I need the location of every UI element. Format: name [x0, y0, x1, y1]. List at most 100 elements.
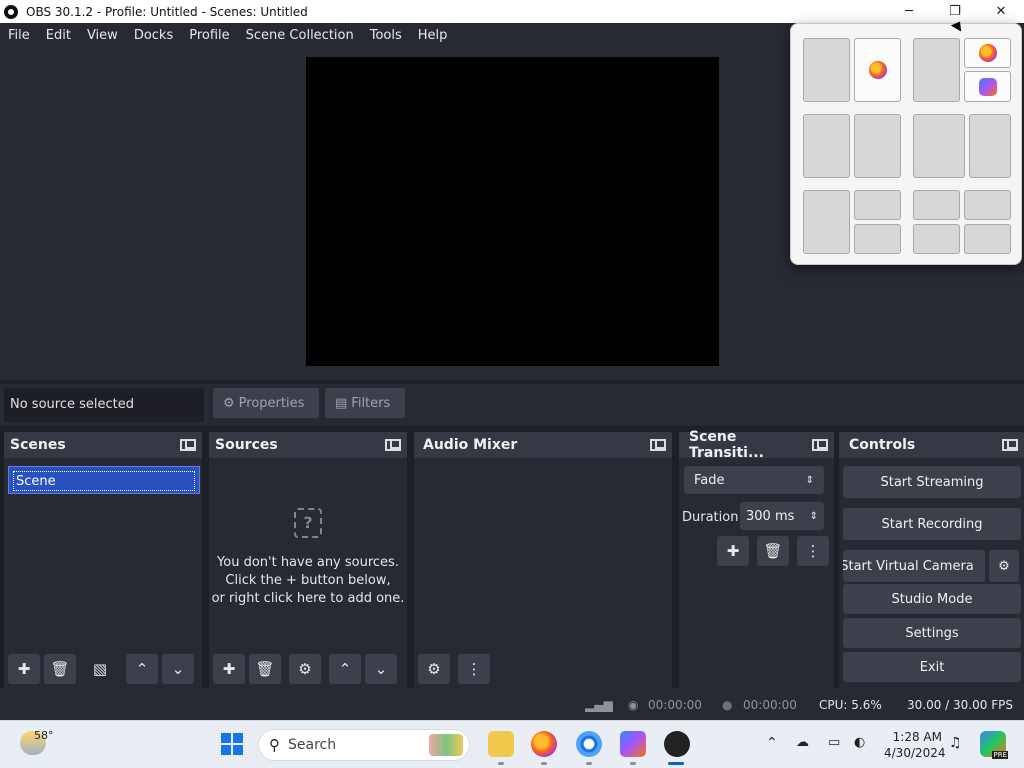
menu-file[interactable]: File: [0, 28, 38, 43]
snap-zone[interactable]: [854, 190, 901, 220]
move-scene-down-button[interactable]: ⌄: [162, 654, 194, 684]
snap-zone[interactable]: [964, 71, 1011, 102]
snap-zone[interactable]: [854, 114, 901, 178]
obs-taskbar-icon[interactable]: [664, 731, 690, 757]
clock-date[interactable]: 4/30/2024: [884, 746, 946, 760]
taskbar-search[interactable]: ⚲ Search: [258, 729, 470, 761]
snap-zone[interactable]: [803, 114, 850, 178]
sources-title: Sources: [215, 437, 278, 453]
copilot-icon[interactable]: [620, 731, 646, 757]
gear-icon: ⚙: [998, 558, 1010, 574]
undock-icon[interactable]: [650, 439, 666, 451]
transition-menu-button[interactable]: ⋮: [797, 536, 829, 566]
sources-empty-state: ? You don't have any sources. Click the …: [209, 508, 407, 608]
window-title: OBS 30.1.2 - Profile: Untitled - Scenes:…: [26, 4, 308, 19]
sources-dock: Sources ? You don't have any sources. Cl…: [209, 432, 407, 688]
source-properties-button[interactable]: ⚙: [289, 654, 321, 684]
display-icon[interactable]: ▭: [828, 735, 840, 750]
remove-scene-button[interactable]: 🗑: [44, 654, 76, 684]
start-button[interactable]: [221, 733, 243, 755]
snap-zone[interactable]: [854, 38, 901, 102]
duration-spinbox[interactable]: 300 ms ⇕: [740, 502, 824, 530]
obs-logo-icon: [4, 4, 18, 19]
clock-time[interactable]: 1:28 AM: [884, 730, 942, 744]
menu-scene-collection[interactable]: Scene Collection: [238, 28, 362, 43]
undock-icon[interactable]: [812, 439, 828, 451]
audio-menu-button[interactable]: ⋮: [458, 654, 490, 684]
menu-tools[interactable]: Tools: [362, 28, 410, 43]
fps-readout: 30.00 / 30.00 FPS: [907, 698, 1013, 712]
network-icon[interactable]: ◐: [854, 735, 865, 750]
move-source-down-button[interactable]: ⌄: [365, 654, 397, 684]
chrome-icon[interactable]: [576, 731, 602, 757]
firefox-icon[interactable]: [531, 731, 557, 757]
scenes-dock-header: Scenes: [4, 432, 202, 458]
chevron-up-icon[interactable]: ⌃: [766, 735, 778, 751]
cpu-usage: CPU: 5.6%: [819, 698, 882, 712]
sources-list[interactable]: ? You don't have any sources. Click the …: [209, 458, 407, 688]
program-preview[interactable]: [306, 57, 719, 366]
menu-view[interactable]: View: [79, 28, 126, 43]
stream-timer: 00:00:00: [648, 698, 702, 712]
snap-zone[interactable]: [854, 224, 901, 254]
select-arrows-icon: ⇕: [805, 474, 814, 486]
firefox-icon: [979, 44, 997, 62]
undock-icon[interactable]: [180, 439, 196, 451]
snap-zone[interactable]: [913, 190, 960, 220]
scene-transitions-title: Scene Transiti...: [689, 429, 764, 461]
settings-button[interactable]: Settings: [843, 618, 1021, 648]
snap-zone[interactable]: [969, 114, 1011, 178]
list-item[interactable]: Scene: [8, 466, 200, 494]
remove-transition-button[interactable]: 🗑: [757, 536, 789, 566]
snap-zone[interactable]: [964, 38, 1011, 68]
snap-zone[interactable]: [803, 190, 850, 254]
close-button[interactable]: ✕: [978, 0, 1024, 23]
advanced-audio-button[interactable]: ⚙: [418, 654, 450, 684]
add-source-button[interactable]: ✚: [213, 654, 245, 684]
add-transition-button[interactable]: ✚: [717, 536, 749, 566]
duration-label: Duration: [682, 510, 739, 525]
filter-icon: ▤: [335, 395, 348, 411]
taskbar: 58° ⚲ Search ⌃ ☁ ▭ ◐ 1:28 AM 4/30/2024 ♫…: [0, 720, 1024, 768]
scene-transitions-dock: Scene Transiti... Fade ⇕ Duration 300 ms…: [679, 429, 834, 688]
transition-select[interactable]: Fade ⇕: [684, 466, 824, 494]
file-explorer-icon[interactable]: [488, 731, 514, 757]
snap-zone[interactable]: [913, 38, 960, 102]
menu-help[interactable]: Help: [410, 28, 456, 43]
empty-line-1: You don't have any sources.: [217, 555, 399, 570]
status-bar: ▂▄▆ ◉ 00:00:00 ● 00:00:00 CPU: 5.6% 30.0…: [0, 688, 1024, 720]
minimize-button[interactable]: ─: [886, 0, 932, 23]
virtual-camera-settings-button[interactable]: ⚙: [989, 550, 1019, 582]
move-scene-up-button[interactable]: ⌃: [126, 654, 158, 684]
stream-icon: ◉: [628, 698, 639, 712]
search-icon: ⚲: [269, 736, 280, 754]
start-virtual-camera-button[interactable]: Start Virtual Camera: [843, 550, 985, 582]
spin-arrows-icon: ⇕: [809, 510, 818, 522]
gears-icon: ⚙: [427, 660, 441, 678]
bell-icon[interactable]: ♫: [949, 735, 962, 751]
cloud-icon[interactable]: ☁: [796, 735, 809, 750]
undock-icon[interactable]: [1002, 439, 1018, 451]
scene-transitions-body: Fade ⇕ Duration 300 ms ⇕ ✚ 🗑 ⋮: [679, 458, 834, 688]
scene-filters-button[interactable]: ▧: [84, 654, 116, 684]
snap-zone[interactable]: [913, 114, 965, 178]
window-titlebar: OBS 30.1.2 - Profile: Untitled - Scenes:…: [0, 0, 1024, 23]
snap-zone[interactable]: [803, 38, 850, 102]
studio-mode-button[interactable]: Studio Mode: [843, 584, 1021, 614]
filters-button[interactable]: ▤ Filters: [325, 388, 405, 418]
start-streaming-button[interactable]: Start Streaming: [843, 466, 1021, 498]
snap-zone[interactable]: [964, 190, 1011, 220]
menu-profile[interactable]: Profile: [181, 28, 237, 43]
copilot-pre-icon[interactable]: PRE: [980, 731, 1008, 759]
snap-zone[interactable]: [964, 224, 1011, 254]
move-source-up-button[interactable]: ⌃: [329, 654, 361, 684]
menu-docks[interactable]: Docks: [126, 28, 181, 43]
properties-button[interactable]: ⚙ Properties: [213, 388, 319, 418]
start-recording-button[interactable]: Start Recording: [843, 508, 1021, 540]
menu-edit[interactable]: Edit: [38, 28, 79, 43]
undock-icon[interactable]: [385, 439, 401, 451]
remove-source-button[interactable]: 🗑: [249, 654, 281, 684]
snap-zone[interactable]: [913, 224, 960, 254]
exit-button[interactable]: Exit: [843, 652, 1021, 682]
add-scene-button[interactable]: ✚: [8, 654, 40, 684]
